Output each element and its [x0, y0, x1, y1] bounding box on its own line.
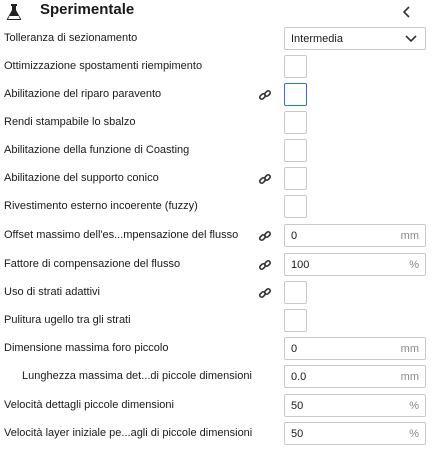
setting-checkbox[interactable]: [284, 281, 307, 304]
setting-row: Dimensione massima foro piccolo 0 mm: [0, 335, 435, 363]
field-value: 0.0: [291, 371, 307, 383]
setting-label: Velocità dettagli piccole dimensioni: [4, 399, 174, 411]
link-icon[interactable]: [258, 258, 272, 272]
setting-row: Uso di strati adattivi: [0, 279, 435, 307]
setting-number-field[interactable]: 0 mm: [284, 224, 426, 247]
setting-number-field[interactable]: 0 mm: [284, 337, 426, 360]
setting-checkbox[interactable]: [284, 83, 307, 106]
section-header[interactable]: Sperimentale: [0, 0, 435, 24]
setting-label: Abilitazione del riparo paravento: [4, 88, 162, 100]
dropdown-value: Intermedia: [291, 33, 343, 45]
setting-checkbox[interactable]: [284, 111, 307, 134]
setting-label: Lunghezza massima det...di piccole dimen…: [22, 370, 252, 382]
setting-row: Abilitazione della funzione di Coasting: [0, 137, 435, 165]
field-value: 50: [291, 428, 304, 440]
link-icon[interactable]: [258, 229, 272, 243]
setting-label: Pulitura ugello tra gli strati: [4, 314, 131, 326]
chevron-left-icon[interactable]: [400, 5, 414, 19]
setting-number-field[interactable]: 50%: [284, 394, 426, 417]
setting-number-field[interactable]: 0.0 mm: [284, 365, 426, 388]
field-value: 0: [291, 230, 298, 242]
chevron-down-icon: [405, 34, 417, 44]
setting-row: Abilitazione del riparo paravento: [0, 81, 435, 109]
setting-label: Offset massimo dell'es...mpensazione del…: [4, 229, 239, 241]
setting-row: Velocità dettagli piccole dimensioni 50%: [0, 392, 435, 420]
setting-row: Pulitura ugello tra gli strati: [0, 307, 435, 335]
setting-checkbox[interactable]: [284, 167, 307, 190]
setting-label: Rivestimento esterno incoerente (fuzzy): [4, 200, 198, 212]
field-value: 0: [291, 343, 298, 355]
setting-label: Abilitazione del supporto conico: [4, 172, 159, 184]
setting-label: Tolleranza di sezionamento: [4, 32, 138, 44]
setting-row: Tolleranza di sezionamento Intermedia: [0, 25, 435, 53]
field-unit: %: [409, 428, 419, 440]
setting-label: Rendi stampabile lo sbalzo: [4, 116, 136, 128]
field-value: 100: [291, 259, 310, 271]
setting-row: Offset massimo dell'es...mpensazione del…: [0, 222, 435, 250]
field-value: 50: [291, 400, 304, 412]
setting-checkbox[interactable]: [284, 55, 307, 78]
setting-checkbox[interactable]: [284, 195, 307, 218]
setting-row: Ottimizzazione spostamenti riempimento: [0, 53, 435, 81]
setting-row: Rendi stampabile lo sbalzo: [0, 109, 435, 137]
setting-label: Uso di strati adattivi: [4, 286, 100, 298]
field-unit: %: [409, 259, 419, 271]
setting-label: Dimensione massima foro piccolo: [4, 342, 169, 354]
field-unit: mm: [400, 343, 419, 355]
setting-label: Ottimizzazione spostamenti riempimento: [4, 60, 203, 72]
field-unit: %: [409, 400, 419, 412]
setting-checkbox[interactable]: [284, 309, 307, 332]
link-icon[interactable]: [258, 172, 272, 186]
link-icon[interactable]: [258, 286, 272, 300]
field-unit: mm: [400, 230, 419, 242]
field-unit: mm: [400, 371, 419, 383]
setting-checkbox[interactable]: [284, 139, 307, 162]
setting-row: Lunghezza massima det...di piccole dimen…: [0, 363, 435, 391]
setting-number-field[interactable]: 50%: [284, 422, 426, 445]
setting-label: Abilitazione della funzione di Coasting: [4, 144, 190, 156]
setting-row: Fattore di compensazione del flusso 100%: [0, 251, 435, 279]
setting-number-field[interactable]: 100%: [284, 253, 426, 276]
setting-row: Rivestimento esterno incoerente (fuzzy): [0, 193, 435, 221]
setting-label: Fattore di compensazione del flusso: [4, 258, 181, 270]
setting-row: Velocità layer iniziale pe...agli di pic…: [0, 420, 435, 448]
setting-row: Abilitazione del supporto conico: [0, 165, 435, 193]
flask-icon: [6, 4, 22, 20]
setting-dropdown[interactable]: Intermedia: [284, 27, 426, 50]
section-title: Sperimentale: [40, 1, 135, 18]
link-icon[interactable]: [258, 88, 272, 102]
setting-label: Velocità layer iniziale pe...agli di pic…: [4, 427, 253, 439]
